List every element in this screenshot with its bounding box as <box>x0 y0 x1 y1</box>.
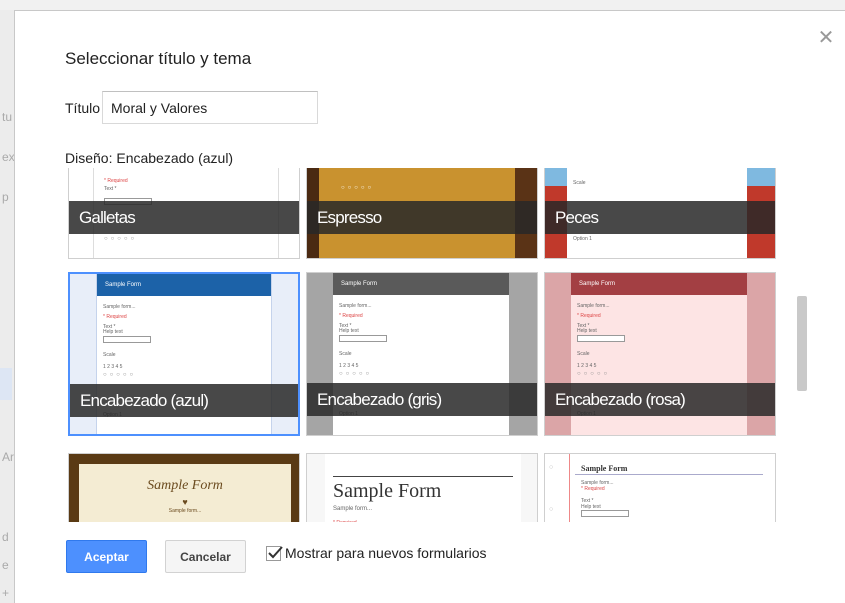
theme-label: Peces <box>545 201 775 234</box>
title-label: Título <box>65 99 101 116</box>
accept-button[interactable]: Aceptar <box>66 540 147 573</box>
show-for-new-forms-label: Mostrar para nuevos formularios <box>285 545 487 561</box>
theme-gallery: * Required Text * ○○○○○ Galletas ○○○○○ E… <box>65 168 781 522</box>
close-icon[interactable]: ✕ <box>815 27 837 49</box>
theme-label: Encabezado (rosa) <box>545 383 775 416</box>
page: tu ex p Ar d e + ✕ Seleccionar título y … <box>0 0 845 603</box>
dialog-title: Seleccionar título y tema <box>65 49 252 68</box>
background-page-edge: tu ex p Ar d e + <box>0 10 14 603</box>
theme-encabezado-gris[interactable]: Sample Form Sample form... * Required Te… <box>306 272 538 436</box>
theme-label: Galletas <box>69 201 299 234</box>
theme-encabezado-azul[interactable]: Sample Form Sample form... * Required Te… <box>68 272 300 436</box>
theme-galletas[interactable]: * Required Text * ○○○○○ Galletas <box>68 168 300 259</box>
theme-encabezado-rosa[interactable]: Sample Form Sample form... * Required Te… <box>544 272 776 436</box>
gallery-scrollbar[interactable] <box>797 296 807 391</box>
checkmark-icon <box>268 545 283 558</box>
theme-vintage[interactable]: Sample Form ♥ Sample form... Text * Help… <box>68 453 300 522</box>
title-input[interactable] <box>102 91 319 124</box>
cancel-button[interactable]: Cancelar <box>165 540 246 573</box>
background-strip <box>0 0 845 10</box>
theme-dialog: ✕ Seleccionar título y tema Título Diseñ… <box>14 10 845 603</box>
theme-label: Espresso <box>307 201 537 234</box>
theme-cuaderno[interactable]: ○ ○ Sample Form Sample form... * Require… <box>544 453 776 522</box>
show-for-new-forms-checkbox[interactable] <box>266 545 283 561</box>
theme-espresso[interactable]: ○○○○○ Espresso <box>306 168 538 259</box>
show-for-new-forms-row[interactable]: Mostrar para nuevos formularios <box>266 545 487 561</box>
theme-peces[interactable]: Scale Option 1 Peces <box>544 168 776 259</box>
design-label: Diseño: Encabezado (azul) <box>65 150 234 166</box>
theme-label: Encabezado (gris) <box>307 383 537 416</box>
title-row: Título <box>65 91 319 124</box>
theme-label: Encabezado (azul) <box>70 384 298 417</box>
theme-clasico[interactable]: Sample Form Sample form... * Required <box>306 453 538 522</box>
